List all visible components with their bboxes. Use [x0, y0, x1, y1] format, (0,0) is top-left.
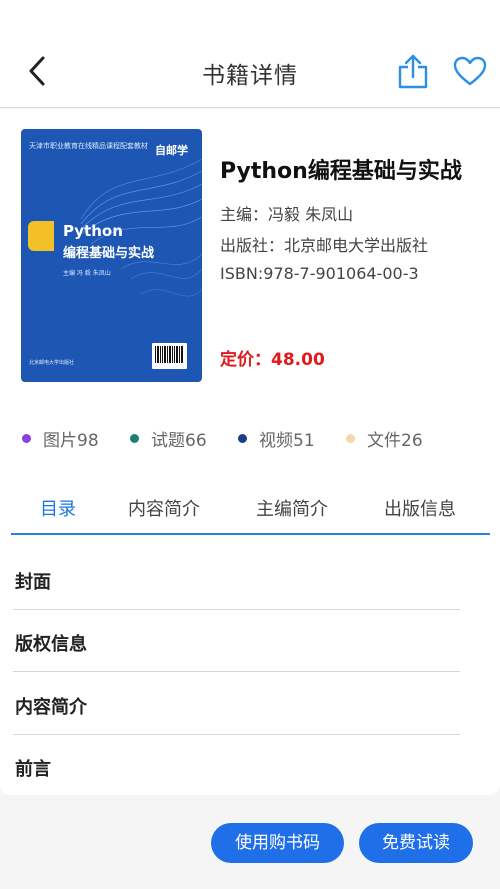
stat-images: 图片98: [22, 427, 99, 451]
cover-brand-logo: 自邮学: [155, 144, 188, 157]
barcode-icon: [155, 346, 183, 363]
cover-title-line2: 编程基础与实战: [63, 246, 155, 261]
list-item[interactable]: 内容简介: [13, 673, 460, 735]
cover-yellow-block: [28, 221, 54, 251]
stat-label: 视频51: [259, 430, 315, 451]
stat-files: 文件26: [346, 427, 423, 451]
toc-item-label: 版权信息: [15, 634, 87, 655]
list-item[interactable]: 封面: [13, 548, 460, 610]
book-editor: 主编：冯毅 朱凤山: [220, 205, 354, 224]
book-detail-page: 书籍详情 天津市职业教育在线精品课程配套教材 自邮学 Python 编程基础与实…: [0, 0, 500, 889]
book-cover-image: 天津市职业教育在线精品课程配套教材 自邮学 Python 编程基础与实战 主编 …: [21, 129, 202, 382]
cover-title-line1: Python: [63, 222, 123, 240]
stat-questions: 试题66: [130, 427, 207, 451]
tab-publication-info[interactable]: 出版信息: [384, 495, 456, 521]
book-title: Python编程基础与实战: [220, 159, 462, 184]
redeem-code-button[interactable]: 使用购书码: [211, 823, 344, 863]
top-bar: 书籍详情: [0, 0, 500, 108]
stat-label: 试题66: [151, 430, 207, 451]
share-button[interactable]: [395, 52, 431, 90]
dot-icon: [346, 433, 355, 443]
cover-barcode: [152, 343, 187, 369]
book-price: 定价：48.00: [220, 350, 325, 370]
cover-series-text: 天津市职业教育在线精品课程配套教材: [29, 142, 148, 150]
tab-catalog[interactable]: 目录: [40, 495, 76, 521]
heart-icon: [453, 56, 487, 86]
toc-item-label: 前言: [15, 759, 51, 780]
stat-label: 文件26: [367, 430, 423, 451]
free-trial-button[interactable]: 免费试读: [359, 823, 473, 863]
detail-tabs: 目录 内容简介 主编简介 出版信息: [0, 489, 500, 534]
dot-icon: [130, 433, 139, 443]
tab-indicator: [11, 533, 490, 535]
favorite-button[interactable]: [452, 54, 488, 88]
book-publisher: 出版社：北京邮电大学出版社: [220, 236, 429, 255]
list-item[interactable]: 版权信息: [13, 610, 460, 672]
stat-videos: 视频51: [238, 427, 315, 451]
share-icon: [398, 54, 428, 89]
toc-item-label: 内容简介: [15, 697, 87, 718]
cover-authors: 主编 冯 毅 朱凤山: [63, 270, 111, 277]
cover-publisher: 北京邮电大学出版社: [29, 360, 75, 366]
tab-summary[interactable]: 内容简介: [128, 495, 200, 521]
stat-label: 图片98: [43, 430, 99, 451]
main-content: 天津市职业教育在线精品课程配套教材 自邮学 Python 编程基础与实战 主编 …: [0, 109, 500, 795]
dot-icon: [22, 433, 31, 443]
book-isbn: ISBN:978-7-901064-00-3: [220, 264, 419, 283]
tab-editor-intro[interactable]: 主编简介: [256, 495, 328, 521]
toc-item-label: 封面: [15, 572, 51, 593]
dot-icon: [238, 433, 247, 443]
list-item[interactable]: 前言: [13, 735, 460, 797]
